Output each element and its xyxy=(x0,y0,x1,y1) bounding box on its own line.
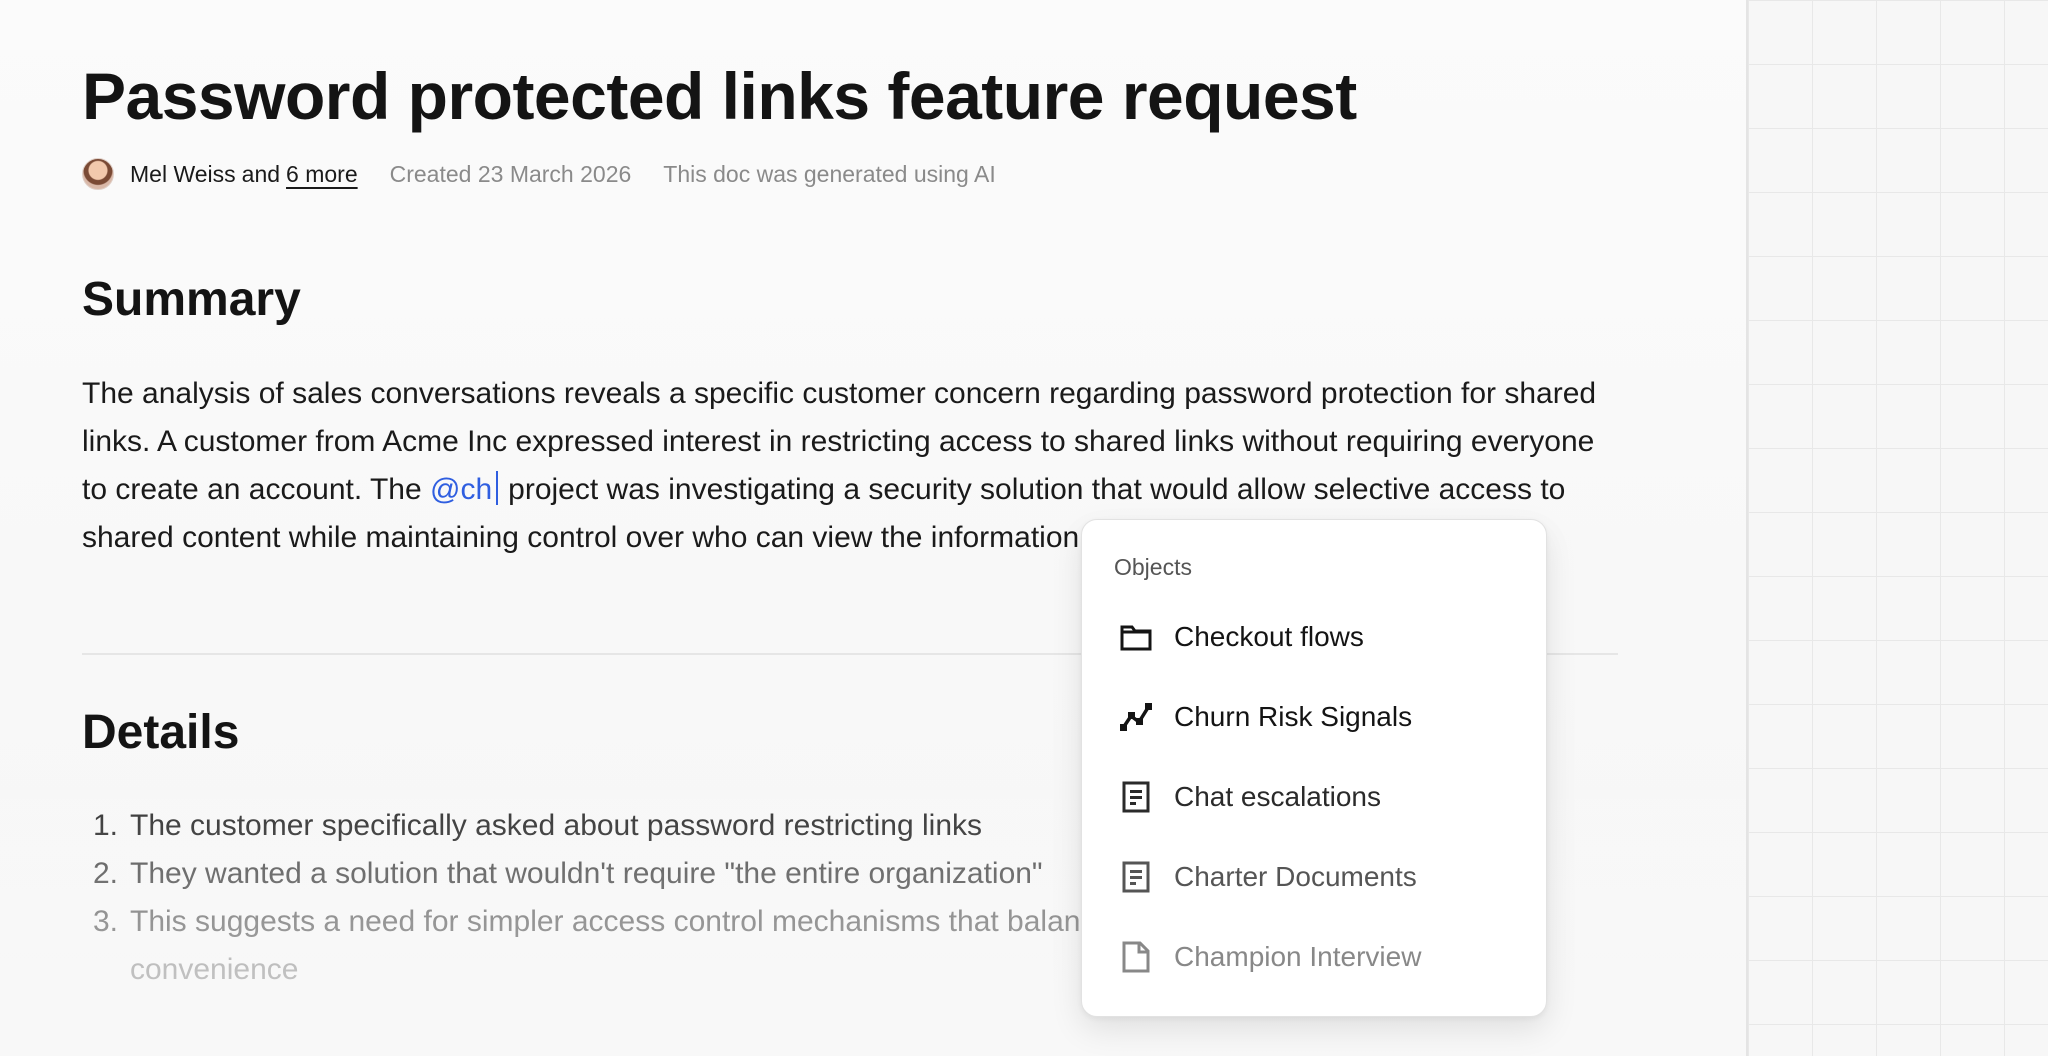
dropdown-item-label: Checkout flows xyxy=(1174,621,1364,652)
list-number: 2. xyxy=(92,857,118,890)
list-item-text: The customer specifically asked about pa… xyxy=(130,809,983,842)
author-conjunction: and xyxy=(241,160,281,187)
list-item-text: They wanted a solution that wouldn't req… xyxy=(130,857,1043,890)
dropdown-item-label: Champion Interview xyxy=(1174,941,1422,972)
list-number: 3. xyxy=(92,905,118,938)
list-number: 1. xyxy=(92,809,118,842)
ai-generated-note: This doc was generated using AI xyxy=(663,160,996,187)
details-heading: Details xyxy=(82,706,240,759)
page: Password protected links feature request… xyxy=(0,0,2048,1056)
dropdown-item-label: Churn Risk Signals xyxy=(1174,701,1413,732)
dropdown-item-charter-documents[interactable]: Charter Documents xyxy=(1120,861,1417,893)
author-name[interactable]: Mel Weiss xyxy=(130,161,236,188)
mention-input[interactable]: @ch xyxy=(430,473,492,506)
trend-line-icon xyxy=(1120,701,1152,733)
summary-heading: Summary xyxy=(82,273,301,326)
more-authors-link[interactable]: 6 more xyxy=(286,161,358,188)
page-title[interactable]: Password protected links feature request xyxy=(82,58,1357,134)
document-icon xyxy=(1120,781,1152,813)
avatar[interactable] xyxy=(82,158,114,190)
folder-icon xyxy=(1120,621,1152,653)
document-icon xyxy=(1120,861,1152,893)
dropdown-heading: Objects xyxy=(1114,554,1192,580)
dropdown-item-chat-escalations[interactable]: Chat escalations xyxy=(1120,781,1381,813)
dropdown-item-checkout-flows[interactable]: Checkout flows xyxy=(1120,621,1364,653)
doc-meta: Mel Weiss and 6 more Created 23 March 20… xyxy=(82,158,996,190)
mention-dropdown: Objects Checkout flows Churn Risk Signal… xyxy=(1081,519,1547,1017)
text-caret xyxy=(496,471,499,505)
dropdown-item-label: Chat escalations xyxy=(1174,781,1382,812)
dropdown-item-champion-interview[interactable]: Champion Interview xyxy=(1120,941,1421,973)
dropdown-item-label: Charter Documents xyxy=(1174,861,1417,892)
dropdown-item-churn-risk-signals[interactable]: Churn Risk Signals xyxy=(1120,701,1412,733)
created-date: Created 23 March 2026 xyxy=(389,160,632,187)
file-icon xyxy=(1120,941,1152,973)
grid-panel xyxy=(1746,0,2048,1056)
